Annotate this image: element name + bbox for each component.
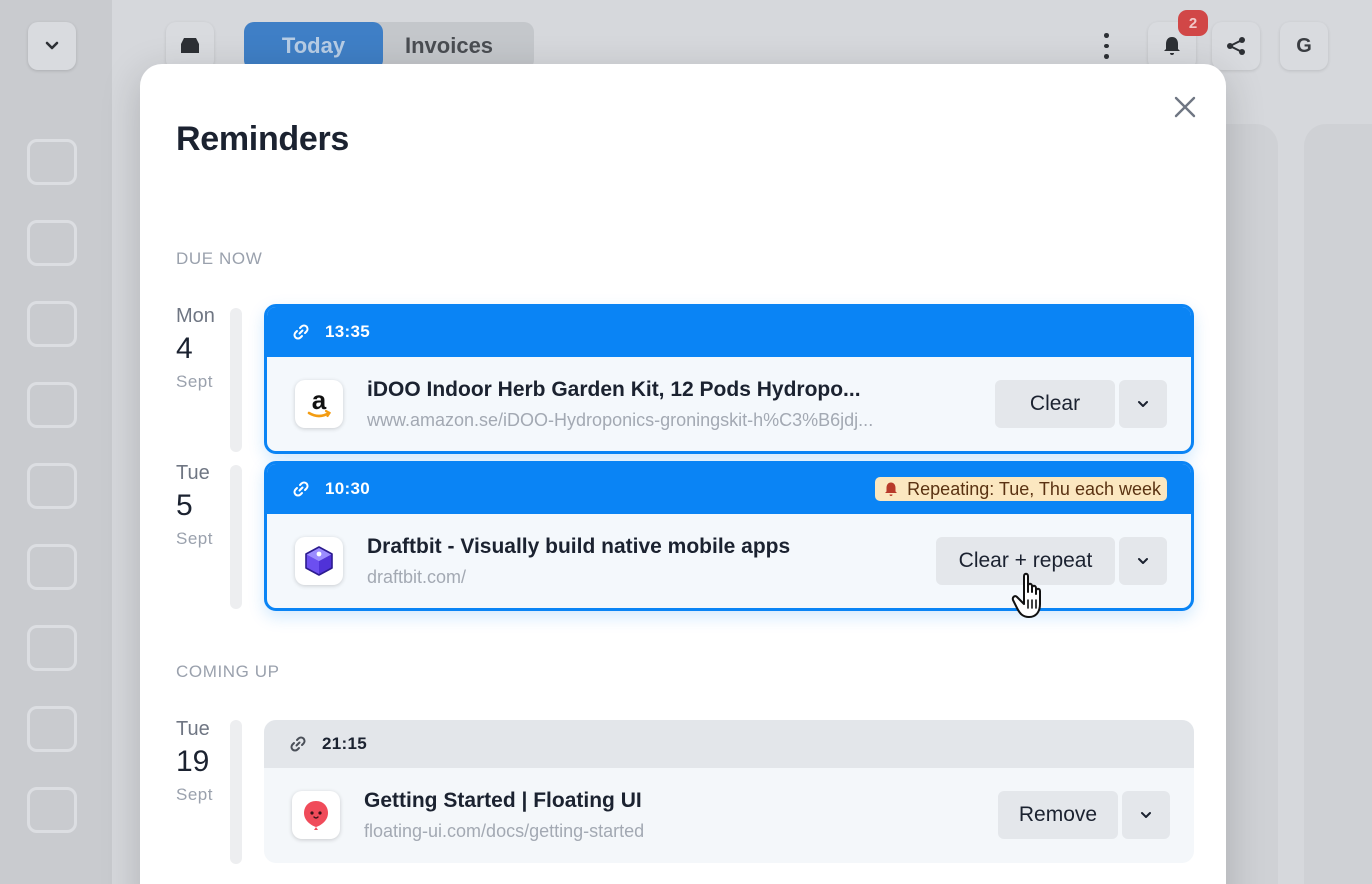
date-day: 5 — [176, 489, 193, 522]
collapse-button — [28, 22, 76, 70]
date-month: Sept — [176, 785, 213, 804]
sidebar-checkbox — [27, 625, 77, 671]
chevron-down-icon — [1138, 401, 1148, 407]
reminder-header: 13:35 — [267, 307, 1191, 357]
date-day: 4 — [176, 332, 193, 365]
reminder-header: 10:30 Repeating: Tue, Thu each week — [267, 464, 1191, 514]
sidebar-checkbox — [27, 463, 77, 509]
draftbit-icon — [295, 537, 343, 585]
date-weekday: Mon — [176, 305, 215, 327]
link-icon — [291, 322, 311, 342]
floating-ui-icon — [292, 791, 340, 839]
link-icon — [288, 734, 308, 754]
reminder-title[interactable]: iDOO Indoor Herb Garden Kit, 12 Pods Hyd… — [367, 378, 975, 402]
sidebar — [0, 0, 112, 884]
reminder-time: 21:15 — [322, 734, 367, 753]
sidebar-checkbox — [27, 220, 77, 266]
amazon-icon: a — [295, 380, 343, 428]
options-dropdown-button[interactable] — [1119, 380, 1167, 428]
date-weekday: Tue — [176, 462, 210, 484]
reminder-url[interactable]: www.amazon.se/iDOO-Hydroponics-groningsk… — [367, 410, 975, 431]
sidebar-checkbox — [27, 382, 77, 428]
date-weekday: Tue — [176, 718, 210, 740]
date-month: Sept — [176, 372, 213, 391]
repeat-text: Repeating: Tue, Thu each week — [907, 478, 1161, 499]
close-button[interactable] — [1170, 92, 1200, 122]
share-button — [1212, 22, 1260, 70]
reminder-title[interactable]: Draftbit - Visually build native mobile … — [367, 535, 916, 559]
sidebar-checkbox — [27, 787, 77, 833]
hand-cursor-icon — [1011, 572, 1041, 618]
sidebar-checkbox — [27, 706, 77, 752]
view-tabs: Today Invoices — [244, 22, 534, 70]
reminder-header: 21:15 — [264, 720, 1194, 768]
section-label-coming-up: COMING UP — [176, 662, 280, 681]
sidebar-checkbox — [27, 544, 77, 590]
reminder-actions: Clear — [995, 380, 1167, 428]
reminder-body: a iDOO Indoor Herb Garden Kit, 12 Pods H… — [267, 357, 1191, 451]
tab-today: Today — [244, 22, 383, 70]
reminder-card[interactable]: 13:35 a iDOO Indoor Herb Garden Kit, 12 … — [264, 304, 1194, 454]
chevron-down-icon — [45, 41, 59, 50]
close-icon — [1174, 96, 1196, 118]
reminder-url[interactable]: floating-ui.com/docs/getting-started — [364, 821, 978, 842]
date-month: Sept — [176, 529, 213, 548]
date-divider — [230, 308, 242, 452]
svg-text:a: a — [312, 387, 327, 415]
date-divider — [230, 465, 242, 609]
date-day: 19 — [176, 745, 210, 778]
sidebar-checkbox — [27, 139, 77, 185]
inbox-button — [166, 22, 214, 70]
more-icon — [1096, 30, 1116, 62]
reminder-actions: Remove — [998, 791, 1170, 839]
date-label: Tue 19 Sept — [176, 718, 226, 805]
bell-icon — [883, 481, 899, 497]
reminder-time: 10:30 — [325, 479, 370, 498]
repeat-badge: Repeating: Tue, Thu each week — [875, 477, 1167, 501]
chevron-down-icon — [1138, 558, 1148, 564]
options-dropdown-button[interactable] — [1119, 537, 1167, 585]
reminder-time: 13:35 — [325, 322, 370, 341]
modal-title: Reminders — [176, 120, 350, 158]
reminder-title[interactable]: Getting Started | Floating UI — [364, 789, 978, 813]
reminders-modal: Reminders DUE NOW Mon 4 Sept 13:35 a iDO… — [140, 64, 1226, 884]
reminder-body: Getting Started | Floating UI floating-u… — [264, 768, 1194, 862]
avatar: G — [1280, 22, 1328, 70]
date-label: Tue 5 Sept — [176, 462, 226, 549]
clear-button[interactable]: Clear — [995, 380, 1115, 428]
tab-invoices: Invoices — [405, 33, 494, 58]
date-label: Mon 4 Sept — [176, 305, 226, 392]
bell-icon — [1164, 37, 1180, 55]
share-icon — [1227, 37, 1245, 55]
link-icon — [291, 479, 311, 499]
sidebar-checkbox — [27, 301, 77, 347]
background-panel — [1304, 124, 1372, 884]
reminder-card[interactable]: 10:30 Repeating: Tue, Thu each week Draf… — [264, 461, 1194, 611]
notification-badge: 2 — [1178, 10, 1208, 36]
reminder-card[interactable]: 21:15 Getting Started | Floating UI floa… — [264, 720, 1194, 863]
chevron-down-icon — [1141, 812, 1151, 818]
reminder-url[interactable]: draftbit.com/ — [367, 567, 916, 588]
options-dropdown-button[interactable] — [1122, 791, 1170, 839]
inbox-icon — [181, 38, 199, 53]
date-divider — [230, 720, 242, 864]
remove-button[interactable]: Remove — [998, 791, 1118, 839]
section-label-due-now: DUE NOW — [176, 249, 263, 268]
